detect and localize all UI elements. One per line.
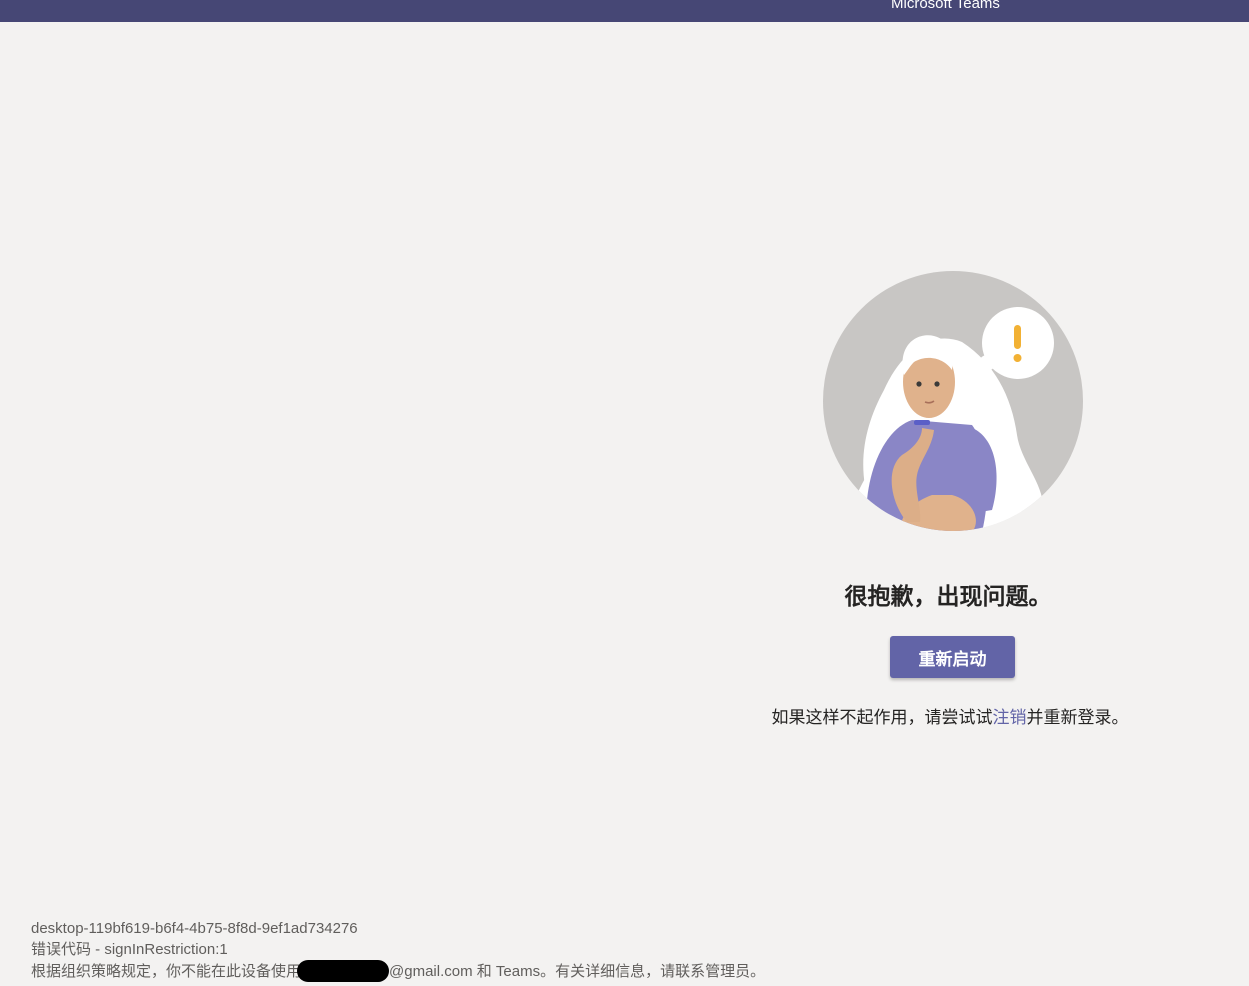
policy-prefix: 根据组织策略规定，你不能在此设备使用 xyxy=(31,963,302,980)
signout-hint: 如果这样不起作用，请尝试试注销并重新登录。 xyxy=(650,706,1249,730)
hint-suffix: 并重新登录。 xyxy=(1026,708,1129,727)
app-title: Microsoft Teams xyxy=(891,0,1000,12)
error-heading: 很抱歉，出现问题。 xyxy=(844,583,1052,609)
error-code: 错误代码 - signInRestriction:1 xyxy=(31,941,228,958)
diagnostics-block: desktop-119bf619-b6f4-4b75-8f8d-9ef1ad73… xyxy=(31,918,766,982)
policy-suffix: @gmail.com 和 Teams。有关详细信息，请联系管理员。 xyxy=(389,963,766,980)
signout-link[interactable]: 注销 xyxy=(993,708,1027,727)
session-id: desktop-119bf619-b6f4-4b75-8f8d-9ef1ad73… xyxy=(31,920,358,937)
error-illustration xyxy=(822,270,1084,532)
title-bar: Microsoft Teams xyxy=(0,0,1249,22)
hint-prefix: 如果这样不起作用，请尝试试 xyxy=(771,708,993,727)
redaction-mark xyxy=(297,960,390,982)
policy-message: 根据组织策略规定，你不能在此设备使用 @gmail.com 和 Teams。有关详… xyxy=(31,960,766,982)
restart-button[interactable]: 重新启动 xyxy=(890,636,1015,678)
